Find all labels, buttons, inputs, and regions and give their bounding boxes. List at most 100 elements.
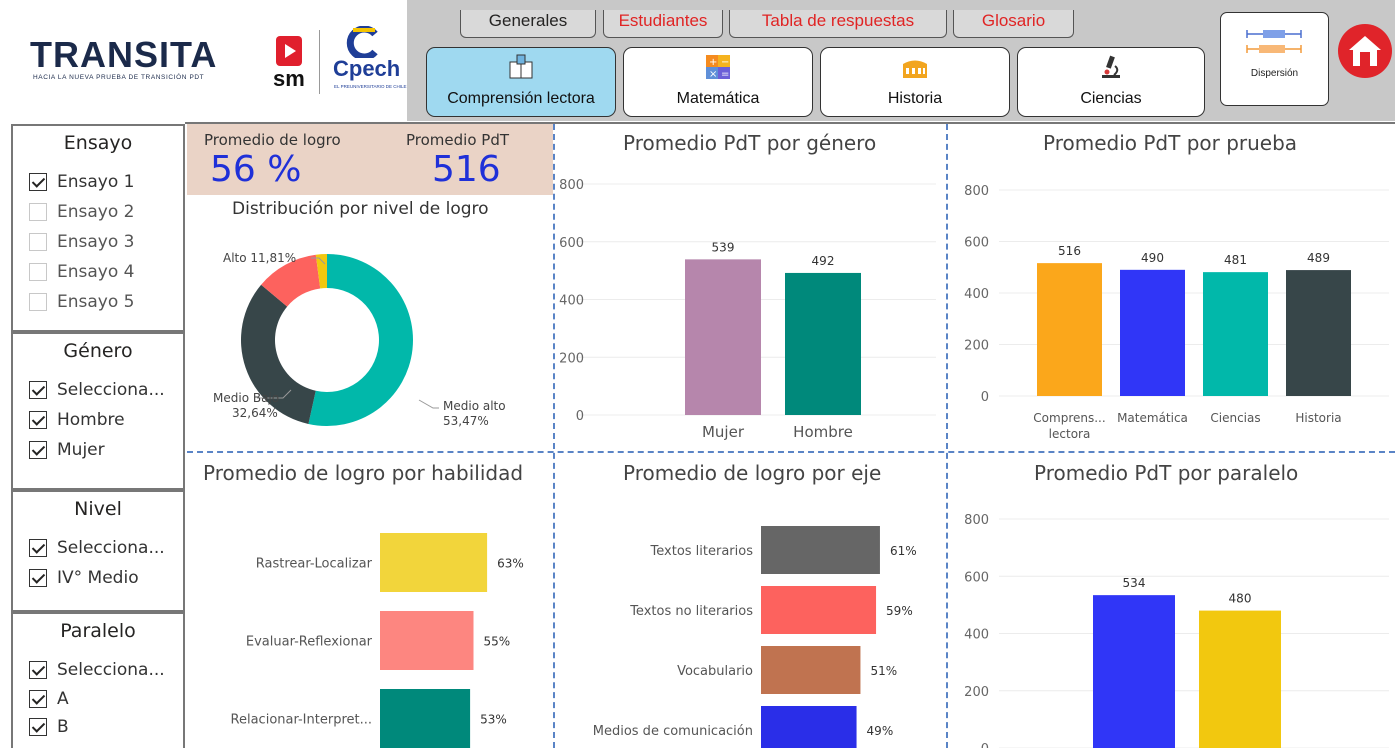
tab-estudiantes[interactable]: Estudiantes xyxy=(603,10,723,38)
slicer-item-seleccionar-todo[interactable]: Selecciona... xyxy=(29,376,165,404)
slicer-item-ensayo-1[interactable]: Ensayo 1 xyxy=(29,168,134,196)
y-tick-label: 0 xyxy=(981,390,989,405)
y-tick-label: 400 xyxy=(964,628,989,643)
checkbox[interactable] xyxy=(29,381,47,399)
x-tick-label: Ciencias xyxy=(1210,411,1260,425)
checkbox[interactable] xyxy=(29,569,47,587)
checkbox[interactable] xyxy=(29,690,47,708)
home-button[interactable] xyxy=(1338,24,1392,78)
y-tick-label: Medios de comunicación xyxy=(593,724,753,739)
checkbox[interactable] xyxy=(29,263,47,281)
data-label: 490 xyxy=(1141,251,1164,265)
y-tick-label: 800 xyxy=(964,513,989,528)
y-tick-label: 600 xyxy=(964,570,989,585)
dispersion-button[interactable]: Dispersión xyxy=(1220,12,1329,106)
y-tick-label: 400 xyxy=(964,287,989,302)
sm-logo-icon xyxy=(276,36,302,66)
x-tick-label: lectora xyxy=(1049,427,1091,441)
bar-chart-eje: Textos literarios 61% Textos no literarios… xyxy=(593,526,917,748)
slicer-paralelo: Paralelo Selecciona... A B xyxy=(11,612,185,748)
x-tick-label: Comprens... xyxy=(1033,411,1105,425)
bar xyxy=(761,526,880,574)
slicer-item-ensayo-2[interactable]: Ensayo 2 xyxy=(29,198,134,226)
checkbox[interactable] xyxy=(29,293,47,311)
data-label: 53% xyxy=(480,713,507,727)
colosseum-icon xyxy=(903,60,927,78)
checkbox[interactable] xyxy=(29,661,47,679)
bar-chart-genero: 0 200 400 600 800 539 Mujer 492 Hombre xyxy=(559,178,936,441)
subject-matematica-button[interactable]: + − × = Matemática xyxy=(623,47,813,117)
chart-title-paralelo: Promedio PdT por paralelo xyxy=(1034,461,1299,485)
bar xyxy=(1120,269,1185,396)
slicer-title: Género xyxy=(63,340,133,362)
slicer-item-label: Ensayo 4 xyxy=(57,262,135,282)
slicer-item-iv-medio[interactable]: IV° Medio xyxy=(29,564,139,592)
bar-chart-prueba: 0 200 400 600 800 516 Comprens... lectora 490 Mat… xyxy=(964,184,1389,441)
slicer-item-label: A xyxy=(57,689,69,709)
kpi-pdt-value: 516 xyxy=(432,149,501,190)
bar xyxy=(685,259,761,415)
cpech-logo-tagline: EL PREUNIVERSITARIO DE CHILE xyxy=(334,84,407,89)
donut-leader-line xyxy=(418,399,439,409)
chart-title-eje: Promedio de logro por eje xyxy=(623,461,882,485)
subject-comprension-lectora-button[interactable]: Comprensión lectora xyxy=(426,47,616,117)
checkbox[interactable] xyxy=(29,718,47,736)
slicer-item-ensayo-5[interactable]: Ensayo 5 xyxy=(29,288,134,316)
y-tick-label: Relacionar-Interpret... xyxy=(231,713,372,728)
y-tick-label: Textos literarios xyxy=(650,544,754,559)
slicer-title: Paralelo xyxy=(60,620,136,642)
slicer-item-label: Ensayo 1 xyxy=(57,172,135,192)
tab-tabla-de-respuestas[interactable]: Tabla de respuestas xyxy=(729,10,947,38)
y-tick-label: 200 xyxy=(559,351,584,366)
y-tick-label: 0 xyxy=(576,409,584,424)
slicer-ensayo: Ensayo Ensayo 1 Ensayo 2 Ensayo 3 Ensayo… xyxy=(11,124,185,332)
y-tick-label: Vocabulario xyxy=(677,664,753,679)
subject-label: Ciencias xyxy=(1080,90,1142,107)
slicer-item-hombre[interactable]: Hombre xyxy=(29,406,125,434)
svg-text:+: + xyxy=(709,57,717,68)
y-tick-label: 200 xyxy=(964,339,989,354)
checkbox[interactable] xyxy=(29,173,47,191)
slicer-item-seleccionar-todo[interactable]: Selecciona... xyxy=(29,534,165,562)
subject-historia-button[interactable]: Historia xyxy=(820,47,1010,117)
transita-tagline: HACIA LA NUEVA PRUEBA DE TRANSICIÓN PDT xyxy=(33,74,205,81)
data-label: 539 xyxy=(712,240,735,254)
bar xyxy=(1037,263,1102,396)
svg-text:=: = xyxy=(721,69,729,80)
checkbox[interactable] xyxy=(29,203,47,221)
y-tick-label: 0 xyxy=(981,742,989,748)
slicer-item-label: Ensayo 3 xyxy=(57,232,135,252)
bar xyxy=(785,272,861,415)
checkbox[interactable] xyxy=(29,441,47,459)
tab-generales[interactable]: Generales xyxy=(460,10,596,38)
data-label: 480 xyxy=(1229,592,1252,606)
slicer-item-seleccionar-todo[interactable]: Selecciona... xyxy=(29,656,165,684)
cpech-logo-text: Cpech xyxy=(333,56,401,81)
slicer-item-b[interactable]: B xyxy=(29,713,69,741)
slicer-item-a[interactable]: A xyxy=(29,685,69,713)
checkbox[interactable] xyxy=(29,233,47,251)
slicer-item-ensayo-3[interactable]: Ensayo 3 xyxy=(29,228,134,256)
bar xyxy=(1203,272,1268,396)
data-label: 55% xyxy=(484,635,511,649)
y-tick-label: Rastrear-Localizar xyxy=(256,557,373,572)
slicer-item-label: Ensayo 2 xyxy=(57,202,135,222)
data-label: 481 xyxy=(1224,253,1247,267)
x-tick-label: Hombre xyxy=(793,423,853,441)
subject-label: Matemática xyxy=(676,90,760,107)
data-label: 61% xyxy=(890,544,917,558)
donut-label-alto: Alto 11,81% xyxy=(223,251,296,265)
slicer-item-ensayo-4[interactable]: Ensayo 4 xyxy=(29,258,134,286)
donut-chart: Medio alto53,47% Medio Bajo32,64% Alto 11,… xyxy=(213,251,506,428)
boxplot-icon xyxy=(1246,30,1302,53)
donut-label-medio-alto: Medio alto xyxy=(443,399,506,413)
data-label: 492 xyxy=(812,254,835,268)
slicer-item-mujer[interactable]: Mujer xyxy=(29,436,105,464)
tab-glosario[interactable]: Glosario xyxy=(953,10,1074,38)
checkbox[interactable] xyxy=(29,539,47,557)
bar xyxy=(380,611,474,670)
subject-label: Comprensión lectora xyxy=(447,90,595,107)
checkbox[interactable] xyxy=(29,411,47,429)
donut-value-medio-bajo: 32,64% xyxy=(232,406,278,420)
subject-ciencias-button[interactable]: Ciencias xyxy=(1017,47,1205,117)
